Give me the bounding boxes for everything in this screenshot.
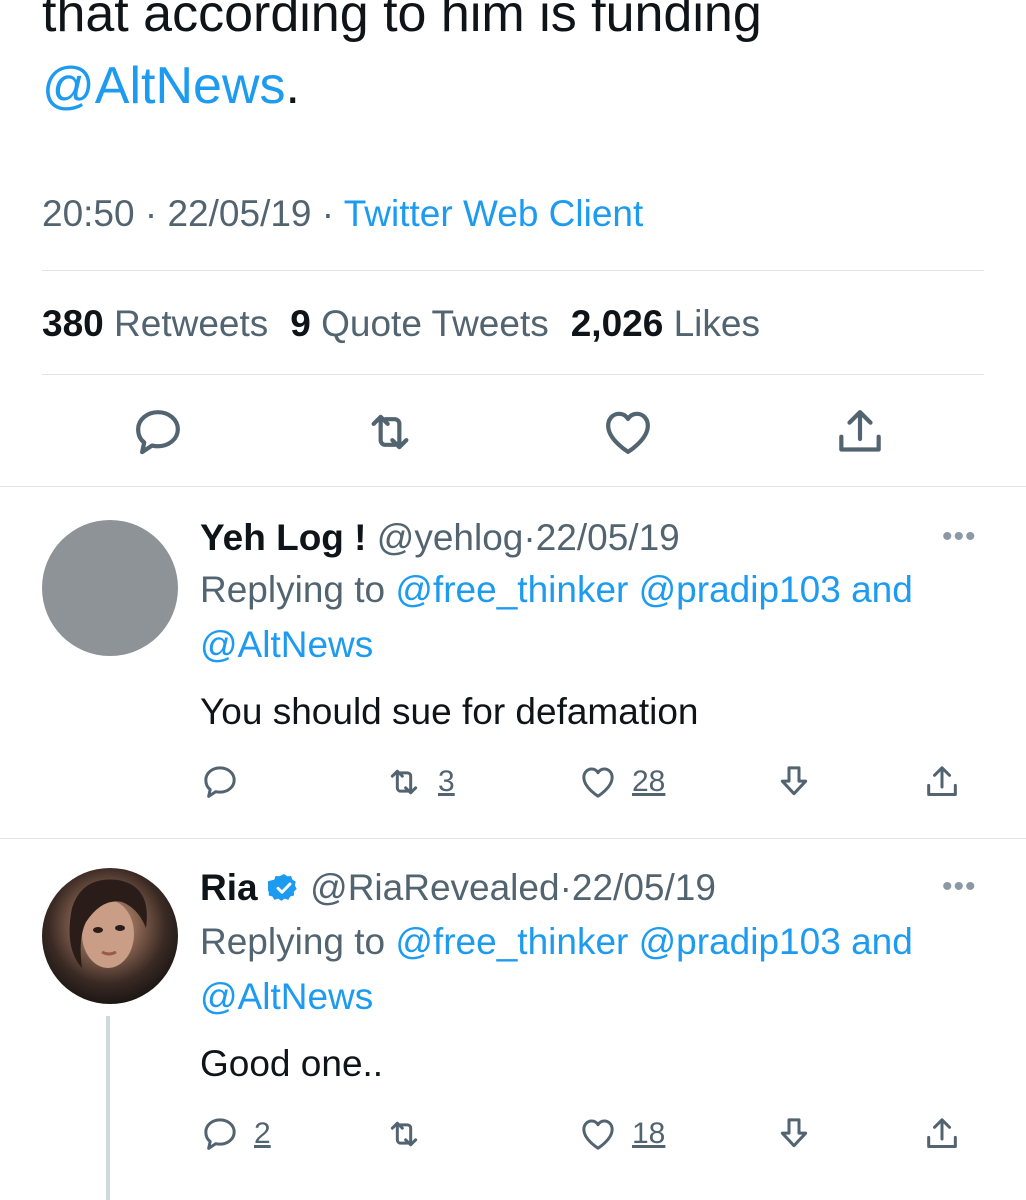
reply-action[interactable] [200,760,254,804]
tweet-text-line: that according to him is funding [42,0,762,43]
likes-count: 2,026 [570,303,664,344]
thread-line [106,1016,110,1200]
tweet-meta: 20:50 · 22/05/19 · Twitter Web Client [42,192,643,236]
reply-text: Good one.. [200,1043,384,1084]
mention-free-thinker[interactable]: @free_thinker [395,921,628,962]
reply-icon [204,766,236,798]
tweet-text-end: . [285,57,300,115]
retweet-icon [371,414,409,450]
reply-header: Yeh Log ! @yehlog·22/05/19 [200,516,680,560]
reply-icon [136,410,180,455]
retweet-action[interactable]: 3 [384,760,455,804]
retweet-icon [390,1121,418,1147]
tweet-stats: 380 Retweets 9 Quote Tweets 2,026 Likes [42,302,782,346]
mention-pradip103[interactable]: @pradip103 [639,921,841,962]
reply-author-handle[interactable]: @yehlog [377,517,524,558]
share-icon [927,1118,957,1148]
like-icon [582,767,614,798]
meta-separator: · [523,517,536,558]
retweets-label: Retweets [114,303,269,344]
meta-separator: · [144,193,158,234]
share-button[interactable] [832,404,888,460]
replying-and[interactable]: and [851,569,913,610]
tweet-client[interactable]: Twitter Web Client [344,193,644,234]
bookmark-down-icon [780,1118,808,1148]
like-action[interactable]: 18 [578,1112,665,1156]
reply-date[interactable]: 22/05/19 [536,517,680,558]
share-action[interactable] [922,1112,962,1156]
mention-pradip103[interactable]: @pradip103 [639,569,841,610]
replying-to: Replying to @free_thinker @pradip103 and… [200,914,990,1024]
quotes-count: 9 [290,303,311,344]
avatar-photo [69,879,147,968]
share-icon [839,410,881,452]
likes-stat[interactable]: 2,026 Likes [571,303,782,344]
like-count: 18 [632,1117,666,1150]
mention-altnews[interactable]: @AltNews [200,976,373,1017]
replying-and[interactable]: and [851,921,913,962]
tweet-date[interactable]: 22/05/19 [167,193,311,234]
retweet-button[interactable] [362,404,418,460]
quotes-label: Quote Tweets [321,303,549,344]
reply-button[interactable] [130,404,186,460]
replying-label: Replying to [200,569,386,610]
replying-label: Replying to [200,921,386,962]
reply-icon [204,1118,236,1150]
tweet-text: that according to him is funding @AltNew… [42,0,1002,122]
likes-label: Likes [673,303,760,344]
retweets-stat[interactable]: 380 Retweets [42,303,290,344]
like-count: 28 [632,765,666,798]
replying-to: Replying to @free_thinker @pradip103 and… [200,562,990,672]
reply-author-name[interactable]: Ria [200,867,258,908]
meta-separator: · [321,193,335,234]
like-icon [606,411,650,454]
reply-author-handle[interactable]: @RiaRevealed [310,867,559,908]
more-icon[interactable]: ••• [942,870,977,904]
divider [42,270,984,271]
verified-icon [267,874,297,901]
share-icon [927,766,957,796]
divider [0,486,1026,487]
meta-separator: · [559,867,572,908]
retweets-count: 380 [42,303,104,344]
divider [42,374,984,375]
bookmark-action[interactable] [774,1112,814,1156]
like-button[interactable] [600,404,656,460]
like-action[interactable]: 28 [578,760,665,804]
mention-altnews[interactable]: @AltNews [200,624,373,665]
avatar[interactable] [42,520,178,656]
reply-date[interactable]: 22/05/19 [572,867,716,908]
retweet-action[interactable] [384,1112,438,1156]
more-icon[interactable]: ••• [942,520,977,554]
reply-action[interactable]: 2 [200,1112,271,1156]
bookmark-action[interactable] [774,760,814,804]
reply-text: You should sue for defamation [200,691,699,732]
tweet-time[interactable]: 20:50 [42,193,135,234]
avatar[interactable] [42,868,178,1004]
mention-free-thinker[interactable]: @free_thinker [395,569,628,610]
divider [0,838,1026,839]
reply-author-name[interactable]: Yeh Log ! [200,517,367,558]
share-action[interactable] [922,760,962,804]
mention-altnews[interactable]: @AltNews [42,57,286,115]
quotes-stat[interactable]: 9 Quote Tweets [290,303,570,344]
retweet-icon [390,769,418,795]
like-icon [582,1119,614,1150]
bookmark-down-icon [780,766,808,796]
retweet-count: 3 [438,765,455,798]
reply-count: 2 [254,1117,271,1150]
reply-header: Ria @RiaRevealed·22/05/19 [200,866,716,910]
